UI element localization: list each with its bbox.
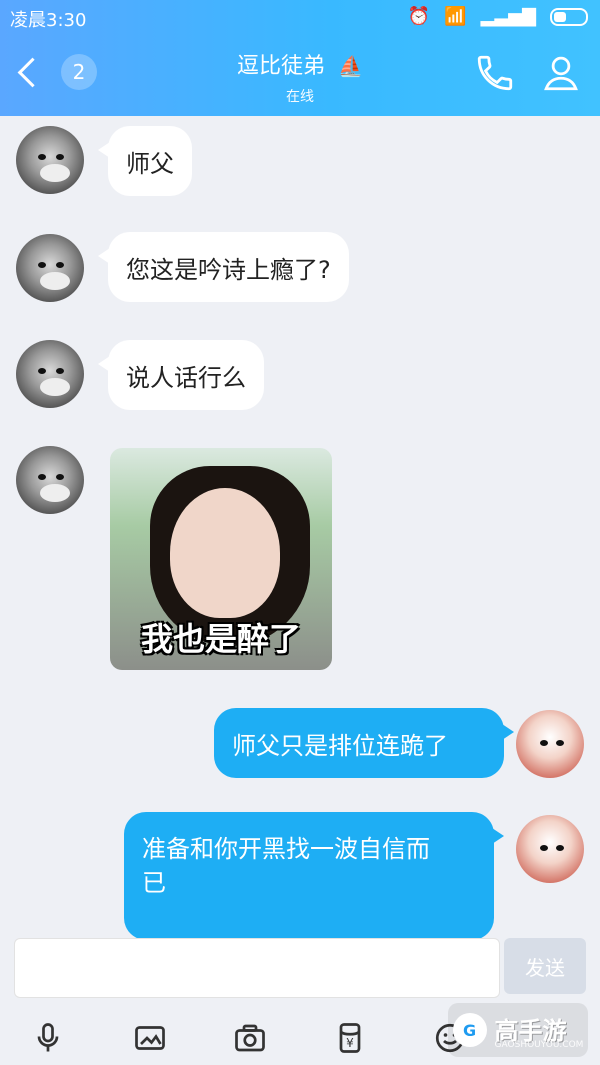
eye-icon bbox=[540, 740, 548, 746]
snout-icon bbox=[40, 272, 70, 290]
message-bubble[interactable]: 说人话行么 bbox=[98, 340, 264, 410]
microphone-icon bbox=[37, 1023, 59, 1052]
image-icon bbox=[135, 1026, 165, 1050]
eye-icon bbox=[38, 154, 46, 160]
red-packet-icon: ¥ bbox=[339, 1023, 361, 1053]
eye-icon bbox=[56, 368, 64, 374]
watermark-domain: GAOSHOUYOU.COM bbox=[494, 1039, 584, 1050]
eye-icon bbox=[38, 262, 46, 268]
red-packet-icon[interactable]: ¥ bbox=[326, 1014, 374, 1062]
sticker-caption: 我也是醉了 bbox=[140, 620, 301, 658]
message-bubble[interactable]: 师父 bbox=[98, 126, 192, 196]
avatar[interactable] bbox=[516, 710, 584, 778]
composer: 发送 bbox=[0, 930, 600, 1010]
svg-text:¥: ¥ bbox=[346, 1036, 354, 1050]
wifi-icon: 📶 bbox=[444, 6, 467, 27]
message-text: 说人话行么 bbox=[126, 363, 246, 392]
alarm-icon: ⏰ bbox=[407, 6, 431, 27]
message-text: 您这是吟诗上瘾了? bbox=[126, 255, 331, 284]
eye-icon bbox=[540, 845, 548, 851]
message-bubble[interactable]: 准备和你开黑找一波自信而 已 bbox=[124, 812, 504, 940]
avatar[interactable] bbox=[516, 815, 584, 883]
image-icon[interactable] bbox=[126, 1014, 174, 1062]
avatar[interactable] bbox=[16, 340, 84, 408]
avatar[interactable] bbox=[16, 126, 84, 194]
message-bubble[interactable]: 师父只是排位连跪了 bbox=[214, 708, 514, 778]
sticker-image[interactable]: 我也是醉了 bbox=[110, 448, 332, 670]
eye-icon bbox=[556, 740, 564, 746]
profile-button[interactable] bbox=[540, 52, 582, 94]
camera-icon[interactable] bbox=[226, 1014, 274, 1062]
contact-name-text: 逗比徒弟 bbox=[237, 54, 326, 79]
message-input[interactable] bbox=[14, 938, 500, 998]
message-text: 师父只是排位连跪了 bbox=[232, 731, 448, 760]
avatar[interactable] bbox=[16, 234, 84, 302]
snout-icon bbox=[40, 164, 70, 182]
message-text: 准备和你开黑找一波自信而 已 bbox=[142, 835, 430, 897]
eye-icon bbox=[56, 154, 64, 160]
eye-icon bbox=[56, 474, 64, 480]
user-icon bbox=[544, 56, 578, 91]
eye-icon bbox=[556, 845, 564, 851]
snout-icon bbox=[40, 484, 70, 502]
status-time: 凌晨3:30 bbox=[10, 10, 87, 31]
battery-icon bbox=[550, 7, 588, 26]
watermark-logo-icon: G bbox=[452, 1013, 487, 1047]
message-text: 师父 bbox=[126, 149, 174, 178]
eye-icon bbox=[38, 474, 46, 480]
eye-icon bbox=[56, 262, 64, 268]
camera-icon bbox=[235, 1024, 265, 1052]
chat-header: 凌晨3:30 ⏰ 📶 ▂▃▅▇ 2 逗比徒弟 ⛵ 在线 bbox=[0, 0, 600, 116]
eye-icon bbox=[38, 368, 46, 374]
status-icons: ⏰ 📶 ▂▃▅▇ bbox=[408, 6, 588, 27]
snout-icon bbox=[40, 378, 70, 396]
call-button[interactable] bbox=[474, 52, 516, 94]
phone-icon bbox=[477, 55, 513, 91]
microphone-icon[interactable] bbox=[24, 1014, 72, 1062]
send-button[interactable]: 发送 bbox=[504, 938, 586, 994]
message-bubble[interactable]: 您这是吟诗上瘾了? bbox=[98, 232, 349, 302]
sticker-face bbox=[170, 488, 280, 618]
watermark: G 高手游 GAOSHOUYOU.COM bbox=[448, 1003, 588, 1057]
avatar[interactable] bbox=[16, 446, 84, 514]
status-bar: 凌晨3:30 ⏰ 📶 ▂▃▅▇ bbox=[0, 0, 600, 34]
boat-icon: ⛵ bbox=[338, 54, 363, 78]
signal-icon: ▂▃▅▇ bbox=[480, 6, 536, 27]
